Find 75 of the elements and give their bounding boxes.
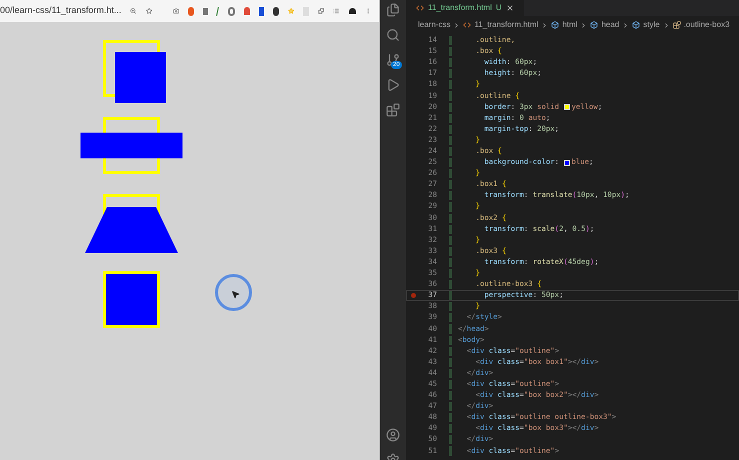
breadcrumb-item[interactable]: head [601, 19, 620, 31]
html-file-icon [416, 4, 424, 12]
extension-icon[interactable] [348, 8, 356, 14]
change-bar [449, 146, 452, 156]
change-bar [449, 336, 452, 345]
change-bar [449, 346, 452, 356]
change-bar [449, 36, 452, 46]
mouse-pointer-icon [230, 290, 240, 298]
tab-title: 11_transform.html [428, 2, 492, 14]
color-swatch-icon[interactable] [564, 104, 570, 110]
camera-icon[interactable] [172, 6, 179, 16]
run-icon[interactable] [386, 78, 400, 92]
change-bar [449, 258, 452, 267]
change-bar [449, 313, 452, 322]
search-icon[interactable] [386, 28, 400, 42]
change-bar [449, 180, 452, 190]
chevron-icon [622, 22, 630, 28]
change-bar [449, 236, 452, 245]
change-bar [449, 291, 452, 300]
change-bar [449, 214, 452, 223]
element-icon [551, 21, 560, 29]
change-bar [449, 413, 452, 422]
breadcrumb-item[interactable]: .outline-box3 [684, 19, 730, 31]
change-bar [449, 391, 452, 400]
untracked-status: U [496, 2, 502, 14]
chevron-icon [453, 22, 460, 28]
breadcrumb-item[interactable]: 11_transform.html [474, 19, 538, 31]
change-bar [449, 358, 452, 367]
change-bar [449, 124, 452, 134]
change-bar [449, 158, 452, 168]
zoom-icon[interactable] [130, 6, 137, 16]
change-bar [449, 80, 452, 90]
chevron-icon [580, 22, 588, 28]
close-icon[interactable] [506, 4, 514, 12]
change-bar [449, 402, 452, 412]
change-bar [449, 435, 452, 444]
change-bar [449, 102, 452, 112]
breadcrumb-item[interactable]: style [643, 19, 660, 31]
change-bar [449, 424, 452, 434]
files-icon[interactable] [386, 3, 400, 17]
change-bar [449, 302, 452, 312]
change-bar [449, 114, 452, 123]
change-bar [449, 136, 452, 145]
change-bar [449, 202, 452, 212]
selector-icon [672, 21, 681, 29]
change-bar [449, 446, 452, 456]
change-bar [449, 191, 452, 200]
change-bar [449, 47, 452, 56]
address-text[interactable]: 00/learn-css/11_transform.ht... [0, 4, 122, 18]
color-swatch-icon[interactable] [564, 160, 570, 166]
bookmark-star-icon[interactable] [146, 6, 152, 16]
breadcrumb-item[interactable]: html [562, 19, 578, 31]
change-bar [449, 169, 452, 178]
account-icon[interactable] [386, 428, 400, 442]
translated-square [115, 52, 166, 103]
change-bar [449, 268, 452, 278]
element-icon [632, 21, 640, 29]
puzzle-icon[interactable] [318, 6, 324, 16]
chevron-icon [662, 22, 670, 28]
change-bar [449, 280, 452, 290]
change-bar [449, 246, 452, 256]
breadcrumb-item[interactable]: learn-css [418, 19, 450, 31]
chevron-icon [541, 22, 548, 28]
change-bar [449, 380, 452, 389]
element-icon [590, 21, 598, 29]
change-bar [449, 224, 452, 234]
editor-tab[interactable]: 11_transform.html U [406, 0, 524, 16]
list-icon[interactable] [333, 6, 340, 16]
extensions-icon[interactable] [386, 103, 400, 117]
change-bar [449, 324, 452, 334]
change-bar [449, 58, 452, 68]
change-bar [449, 368, 452, 378]
html-file-icon [463, 21, 472, 29]
change-bar [449, 91, 452, 101]
change-bar [449, 69, 452, 78]
